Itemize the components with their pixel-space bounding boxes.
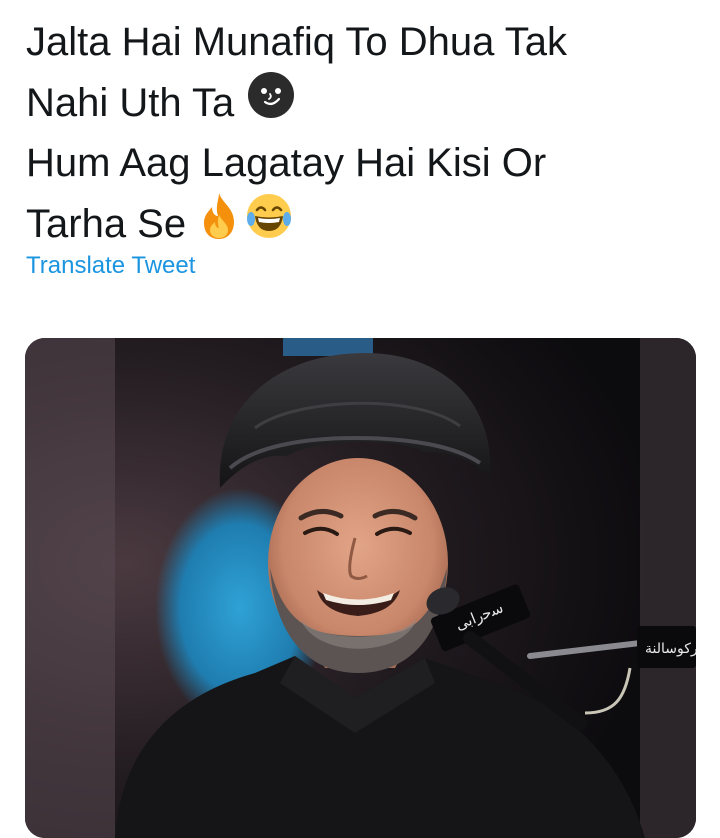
dark-smirk-face-icon (246, 70, 296, 135)
tweet-media-photo[interactable]: ﺳﺣﺭﺍﺑﻰ ﻭﺭﻛﻮﺳﺎﻟﻨﺔ (25, 338, 696, 838)
tweet-line-text: Jalta Hai Munafiq To Dhua Tak (26, 20, 568, 64)
tweet-line-2: Nahi Uth Ta (26, 70, 706, 135)
tweet-line-1: Jalta Hai Munafiq To Dhua Tak (26, 14, 706, 70)
fire-icon (200, 191, 238, 256)
tweet-line-text: Tarha Se (26, 201, 187, 246)
tweet-line-text: Hum Aag Lagatay Hai Kisi Or (26, 141, 547, 185)
photo-illustration: ﺳﺣﺭﺍﺑﻰ ﻭﺭﻛﻮﺳﺎﻟﻨﺔ (25, 338, 696, 838)
mic-label-right: ﻭﺭﻛﻮﺳﺎﻟﻨﺔ (645, 641, 696, 657)
tweet-text: Jalta Hai Munafiq To Dhua Tak Nahi Uth T… (26, 14, 706, 256)
tweet-line-text: Nahi Uth Ta (26, 80, 235, 125)
tweet-line-3: Hum Aag Lagatay Hai Kisi Or (26, 135, 706, 191)
tweet-line-4: Tarha Se (26, 191, 706, 256)
translate-tweet-link[interactable]: Translate Tweet (26, 252, 195, 280)
laughing-face-icon (244, 191, 294, 256)
